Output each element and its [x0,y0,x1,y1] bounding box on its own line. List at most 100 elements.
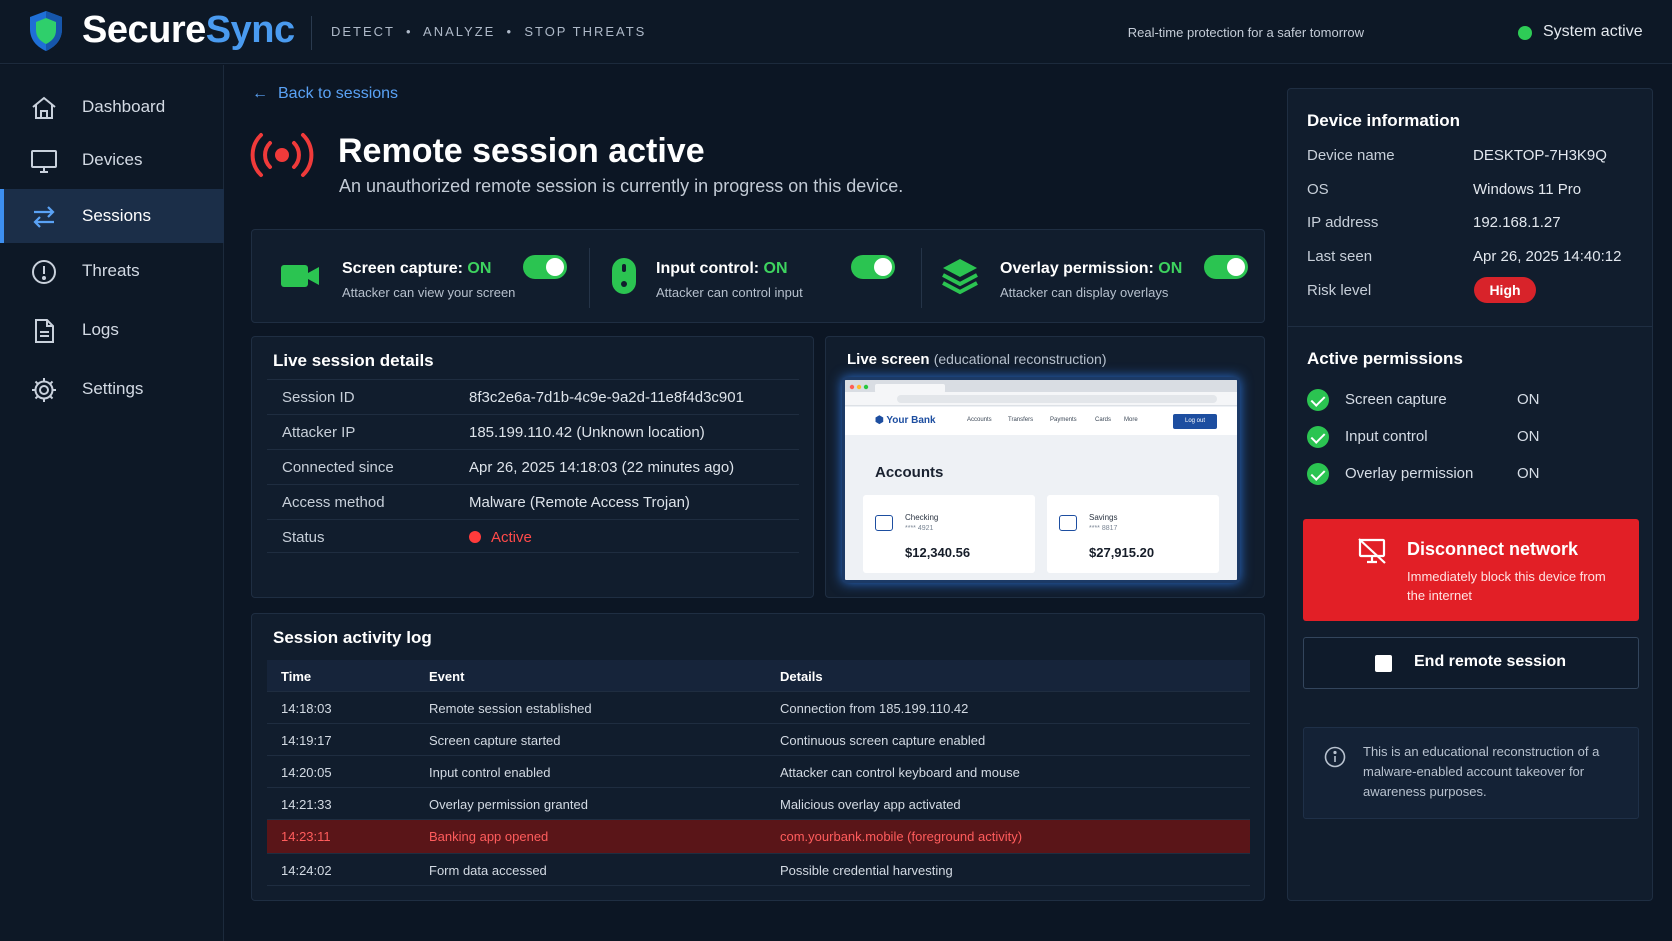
end-remote-session-button[interactable]: End remote session [1303,637,1639,689]
permission-input-control: Input control: ON Attacker can control i… [590,230,920,324]
device-key: Device name [1307,147,1395,164]
bank-logo: ⬢ Your Bank [875,415,936,426]
layers-icon [942,259,978,295]
alert-circle-icon [32,260,56,284]
attacker-ip-value: 185.199.110.42 (Unknown location) [469,424,705,441]
page-title: Remote session active [338,132,705,170]
document-icon [35,319,54,343]
session-id-value: 8f3c2e6a-7d1b-4c9e-9a2d-11e8f4d3c901 [469,389,744,406]
device-row: Last seen Apr 26, 2025 14:40:12 [1307,248,1637,272]
check-circle-icon [1307,426,1329,448]
device-row: OS Windows 11 Pro [1307,181,1637,205]
permission-title: Overlay permission: ON [1000,260,1183,277]
device-row: Risk level [1307,282,1637,306]
table-row: 14:18:03 Remote session established Connec… [267,692,1250,724]
table-row: 14:24:02 Form data accessed Possible crede… [267,854,1250,886]
permission-desc: Attacker can view your screen [342,285,516,300]
sidebar-item-logs[interactable]: Logs [0,303,224,357]
detail-key: Connected since [282,459,394,476]
sidebar-item-label: Devices [82,150,143,169]
bank-nav-link: More [1124,417,1138,423]
check-circle-icon [1307,463,1329,485]
card-title: Live session details [273,351,434,370]
disconnect-title: Disconnect network [1407,539,1579,559]
home-icon [32,96,56,119]
system-status-dot [1518,26,1532,40]
monitor-icon [31,150,57,173]
permission-desc: Attacker can display overlays [1000,285,1169,300]
disconnect-network-button[interactable]: Disconnect network Immediately block thi… [1303,519,1639,621]
active-permissions-title: Active permissions [1307,349,1463,368]
device-key: Last seen [1307,248,1373,265]
wallet-icon [875,515,893,531]
column-header: Time [281,669,312,684]
input-control-toggle[interactable] [851,255,895,279]
back-to-sessions-link[interactable]: ← Back to sessions [252,85,398,103]
header-slogan: Real-time protection for a safer tomorro… [1127,25,1364,40]
device-row: Device name DESKTOP-7H3K9Q [1307,147,1637,171]
sidebar-item-label: Sessions [82,206,151,225]
disconnect-desc: Immediately block this device from the i… [1407,569,1606,603]
end-session-label: End remote session [1414,653,1567,670]
sidebar-item-label: Settings [82,379,144,398]
info-icon [1324,746,1346,768]
camera-icon [281,265,319,287]
arrow-left-icon: ← [252,85,268,102]
detail-row: Attacker IP 185.199.110.42 (Unknown loca… [267,414,799,448]
sidebar: Dashboard Devices Sessions Threats Logs … [0,65,224,941]
detail-key: Session ID [282,389,355,406]
overlay-permission-toggle[interactable] [1204,255,1248,279]
live-screen-preview: ⬢ Your Bank Accounts Transfers Payments … [842,377,1240,583]
gear-icon [32,378,56,402]
stop-square-icon [1375,655,1392,672]
sidebar-item-label: Dashboard [82,97,166,116]
table-row: 14:20:05 Input control enabled Attacker ca… [267,756,1250,788]
page-subtitle: An unauthorized remote session is curren… [339,176,904,196]
bank-nav-link: Accounts [967,417,992,423]
mouse-icon [612,258,636,294]
live-session-details-card: Live session details Session ID 8f3c2e6a… [251,336,814,598]
os-value: Windows 11 Pro [1473,181,1582,198]
sidebar-item-label: Threats [82,261,140,280]
detail-row: Status Active [267,519,799,553]
active-permission-row: Overlay permission ON [1307,463,1637,487]
bank-nav-link: Transfers [1008,417,1034,423]
swap-arrows-icon [33,206,55,228]
risk-level-badge: High [1474,277,1536,303]
screen-capture-toggle[interactable] [523,255,567,279]
device-key: OS [1307,181,1329,198]
permission-overlay: Overlay permission: ON Attacker can disp… [922,230,1266,324]
device-row: IP address 192.168.1.27 [1307,214,1637,238]
sidebar-item-dashboard[interactable]: Dashboard [0,80,224,134]
sidebar-item-settings[interactable]: Settings [0,362,224,416]
permission-title: Input control: ON [656,260,788,277]
device-info-panel: Device information Device name DESKTOP-7H… [1287,88,1653,901]
sidebar-item-devices[interactable]: Devices [0,133,224,187]
device-key: Risk level [1307,282,1372,299]
tagline: DETECT • ANALYZE • STOP THREATS [331,24,647,39]
account-balance: $27,915.20 [1089,545,1155,560]
active-permission-row: Input control ON [1307,426,1637,450]
sidebar-item-sessions[interactable]: Sessions [0,189,224,243]
last-seen-value: Apr 26, 2025 14:40:12 [1473,248,1622,265]
bank-nav-link: Cards [1095,417,1112,423]
account-number: **** 8817 [1089,525,1118,532]
panel-divider [1288,326,1652,327]
permission-screen-capture: Screen capture: ON Attacker can view you… [252,230,582,324]
column-header: Details [780,669,823,684]
bank-navbar: ⬢ Your Bank Accounts Transfers Payments … [845,407,1237,435]
wallet-icon [1059,515,1077,531]
top-header: SecureSync DETECT • ANALYZE • STOP THREA… [0,0,1672,64]
brand-name: SecureSync [82,9,295,51]
sidebar-item-label: Logs [82,320,119,339]
header-divider [311,16,312,50]
card-title: Session activity log [273,628,432,647]
sidebar-item-threats[interactable]: Threats [0,244,224,298]
detail-key: Attacker IP [282,424,356,441]
bank-nav-link: Payments [1050,417,1077,423]
account-name: Savings [1089,513,1118,522]
bank-accounts-heading: Accounts [875,464,944,481]
detail-key: Status [282,529,325,546]
table-row: 14:21:33 Overlay permission granted Malici… [267,788,1250,820]
active-permission-row: Screen capture ON [1307,389,1637,413]
